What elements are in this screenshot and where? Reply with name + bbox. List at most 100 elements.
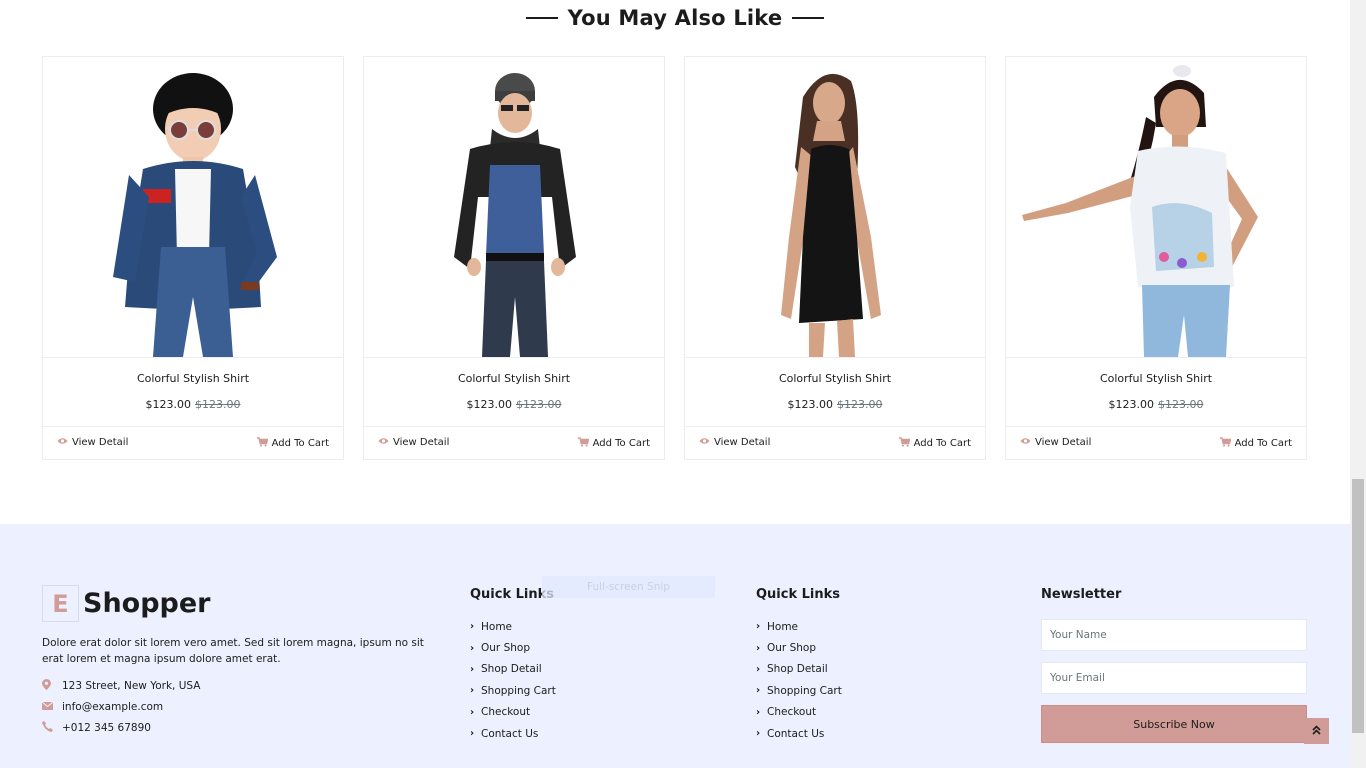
link-label: Checkout xyxy=(767,706,817,719)
page: You May Also Like Colorful Stylish Shirt… xyxy=(0,0,1350,768)
phone-text[interactable]: +012 345 67890 xyxy=(62,722,151,734)
quick-link-checkout[interactable]: › Checkout xyxy=(470,702,556,723)
quick-link-shop-detail[interactable]: › Shop Detail xyxy=(756,659,842,680)
newsletter-name-input[interactable] xyxy=(1041,619,1307,651)
product-price: $123.00 xyxy=(145,398,192,411)
product-old-price: $123.00 xyxy=(195,398,241,411)
product-actions: View Detail Add To Cart xyxy=(364,427,664,459)
add-to-cart-label: Add To Cart xyxy=(271,438,329,449)
link-label: Shop Detail xyxy=(481,663,542,676)
product-old-price: $123.00 xyxy=(1158,398,1204,411)
add-to-cart-button[interactable]: Add To Cart xyxy=(577,437,650,450)
chevron-right-icon: › xyxy=(756,642,761,654)
product-info: Colorful Stylish Shirt $123.00 $123.00 xyxy=(1006,358,1306,427)
brand-name: Shopper xyxy=(83,588,211,619)
product-old-price: $123.00 xyxy=(837,398,883,411)
section-heading: You May Also Like xyxy=(567,6,783,30)
page-scrollbar[interactable] xyxy=(1350,0,1366,768)
subscribe-button[interactable]: Subscribe Now xyxy=(1041,705,1307,743)
product-price: $123.00 xyxy=(787,398,834,411)
link-label: Home xyxy=(767,620,799,633)
quick-link-home[interactable]: › Home xyxy=(756,616,842,637)
product-card[interactable]: Colorful Stylish Shirt $123.00 $123.00 Vi… xyxy=(684,56,986,460)
product-name[interactable]: Colorful Stylish Shirt xyxy=(43,372,343,385)
title-line-right xyxy=(792,17,825,19)
quick-link-shopping-cart[interactable]: › Shopping Cart xyxy=(470,680,556,701)
link-label: Our Shop xyxy=(481,642,530,655)
product-image-girl-white-top[interactable] xyxy=(1006,57,1306,358)
add-to-cart-label: Add To Cart xyxy=(1234,438,1292,449)
quick-links-list: › Home › Our Shop › Shop Detail › Shopping C… xyxy=(470,616,556,744)
view-detail-button[interactable]: View Detail xyxy=(57,437,128,448)
product-card[interactable]: Colorful Stylish Shirt $123.00 $123.00 Vi… xyxy=(42,56,344,460)
phone-icon xyxy=(42,721,62,735)
eye-icon xyxy=(378,437,389,448)
section-title: You May Also Like xyxy=(0,6,1350,36)
product-actions: View Detail Add To Cart xyxy=(43,427,343,459)
double-chevron-up-icon xyxy=(1312,724,1321,738)
chevron-right-icon: › xyxy=(756,706,761,718)
product-name[interactable]: Colorful Stylish Shirt xyxy=(1006,372,1306,385)
chevron-right-icon: › xyxy=(756,663,761,675)
email-text[interactable]: info@example.com xyxy=(62,701,163,713)
product-carousel: Colorful Stylish Shirt $123.00 $123.00 Vi… xyxy=(42,56,1307,460)
cart-icon xyxy=(898,437,911,450)
cart-icon xyxy=(256,437,269,450)
product-image-man-leather-jacket[interactable] xyxy=(364,57,664,358)
quick-link-contact-us[interactable]: › Contact Us xyxy=(756,723,842,744)
quick-link-shopping-cart[interactable]: › Shopping Cart xyxy=(756,680,842,701)
eye-icon xyxy=(57,437,68,448)
chevron-right-icon: › xyxy=(756,621,761,633)
link-label: Shopping Cart xyxy=(767,684,842,697)
chevron-right-icon: › xyxy=(756,685,761,697)
footer-about-text: Dolore erat dolor sit lorem vero amet. S… xyxy=(42,637,424,665)
product-image-boy-denim-jacket[interactable] xyxy=(43,57,343,358)
add-to-cart-button[interactable]: Add To Cart xyxy=(1219,437,1292,450)
product-card[interactable]: Colorful Stylish Shirt $123.00 $123.00 Vi… xyxy=(1005,56,1307,460)
link-label: Checkout xyxy=(481,706,531,719)
contact-address: 123 Street, New York, USA xyxy=(42,679,200,693)
newsletter-email-input[interactable] xyxy=(1041,662,1307,694)
product-info: Colorful Stylish Shirt $123.00 $123.00 xyxy=(685,358,985,427)
quick-link-shop-detail[interactable]: › Shop Detail xyxy=(470,659,556,680)
product-name[interactable]: Colorful Stylish Shirt xyxy=(685,372,985,385)
product-card[interactable]: Colorful Stylish Shirt $123.00 $123.00 Vi… xyxy=(363,56,665,460)
view-detail-button[interactable]: View Detail xyxy=(699,437,770,448)
add-to-cart-button[interactable]: Add To Cart xyxy=(898,437,971,450)
envelope-icon xyxy=(41,700,62,713)
view-detail-button[interactable]: View Detail xyxy=(378,437,449,448)
eye-icon xyxy=(1020,437,1031,448)
footer-brand[interactable]: E Shopper xyxy=(42,585,211,622)
quick-link-checkout[interactable]: › Checkout xyxy=(756,702,842,723)
product-name[interactable]: Colorful Stylish Shirt xyxy=(364,372,664,385)
contact-phone: +012 345 67890 xyxy=(42,721,151,735)
product-info: Colorful Stylish Shirt $123.00 $123.00 xyxy=(43,358,343,427)
product-actions: View Detail Add To Cart xyxy=(685,427,985,459)
product-actions: View Detail Add To Cart xyxy=(1006,427,1306,459)
scrollbar-thumb[interactable] xyxy=(1352,479,1364,733)
link-label: Contact Us xyxy=(481,727,539,740)
quick-link-our-shop[interactable]: › Our Shop xyxy=(470,637,556,658)
link-label: Contact Us xyxy=(767,727,825,740)
link-label: Shopping Cart xyxy=(481,684,556,697)
chevron-right-icon: › xyxy=(470,728,475,740)
eye-icon xyxy=(699,437,710,448)
quick-link-contact-us[interactable]: › Contact Us xyxy=(470,723,556,744)
product-image-woman-black-dress[interactable] xyxy=(685,57,985,358)
quick-link-home[interactable]: › Home xyxy=(470,616,556,637)
snip-overlay: Full-screen Snip xyxy=(542,576,715,598)
back-to-top-button[interactable] xyxy=(1304,718,1329,744)
add-to-cart-button[interactable]: Add To Cart xyxy=(256,437,329,450)
brand-logo-letter: E xyxy=(42,585,79,622)
view-detail-button[interactable]: View Detail xyxy=(1020,437,1091,448)
cart-icon xyxy=(1219,437,1232,450)
product-old-price: $123.00 xyxy=(516,398,562,411)
chevron-right-icon: › xyxy=(756,728,761,740)
quick-link-our-shop[interactable]: › Our Shop xyxy=(756,637,842,658)
newsletter-title: Newsletter xyxy=(1041,587,1122,602)
link-label: Our Shop xyxy=(767,642,816,655)
product-info: Colorful Stylish Shirt $123.00 $123.00 xyxy=(364,358,664,427)
view-detail-label: View Detail xyxy=(72,437,129,448)
contact-email: info@example.com xyxy=(41,700,163,713)
map-marker-icon xyxy=(42,679,62,693)
